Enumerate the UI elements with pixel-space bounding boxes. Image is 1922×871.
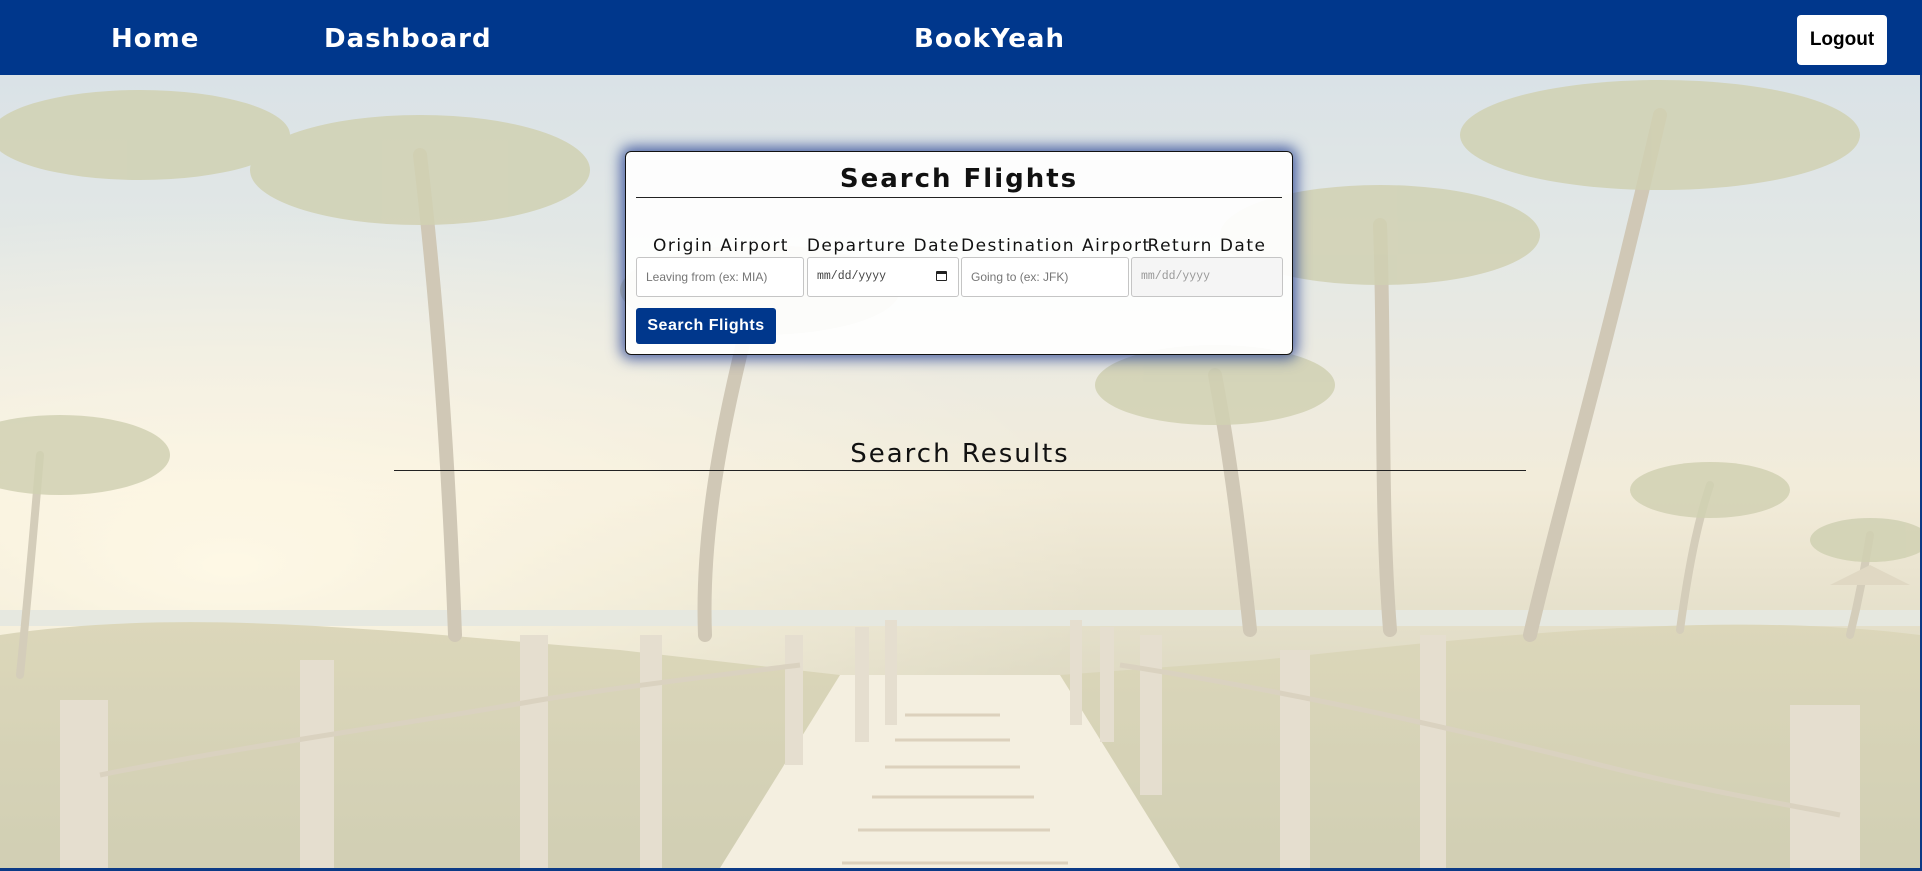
departure-date-label: Departure Date — [806, 236, 961, 256]
app-page: Home Dashboard BookYeah Logout Search Fl… — [0, 0, 1922, 871]
origin-airport-label: Origin Airport — [653, 236, 789, 256]
departure-date-input[interactable]: mm/dd/yyyy — [807, 257, 959, 297]
nav-dashboard-link[interactable]: Dashboard — [324, 24, 492, 54]
return-date-placeholder: mm/dd/yyyy — [1141, 270, 1211, 283]
nav-home-link[interactable]: Home — [111, 24, 199, 54]
destination-airport-input[interactable] — [961, 257, 1129, 297]
return-date-label: Return Date — [1147, 236, 1267, 256]
departure-date-placeholder: mm/dd/yyyy — [817, 270, 887, 283]
top-navbar: Home Dashboard BookYeah Logout — [0, 0, 1922, 75]
calendar-icon[interactable] — [936, 271, 947, 281]
logout-button[interactable]: Logout — [1797, 15, 1887, 65]
search-flights-card: Search Flights Origin Airport Departure … — [625, 151, 1293, 355]
search-flights-button[interactable]: Search Flights — [636, 308, 776, 344]
brand-title: BookYeah — [914, 24, 1065, 54]
search-results-heading: Search Results — [394, 440, 1526, 471]
origin-airport-input[interactable] — [636, 257, 804, 297]
return-date-input[interactable]: mm/dd/yyyy — [1131, 257, 1283, 297]
search-card-title: Search Flights — [636, 164, 1282, 198]
destination-airport-label: Destination Airport — [961, 236, 1151, 256]
